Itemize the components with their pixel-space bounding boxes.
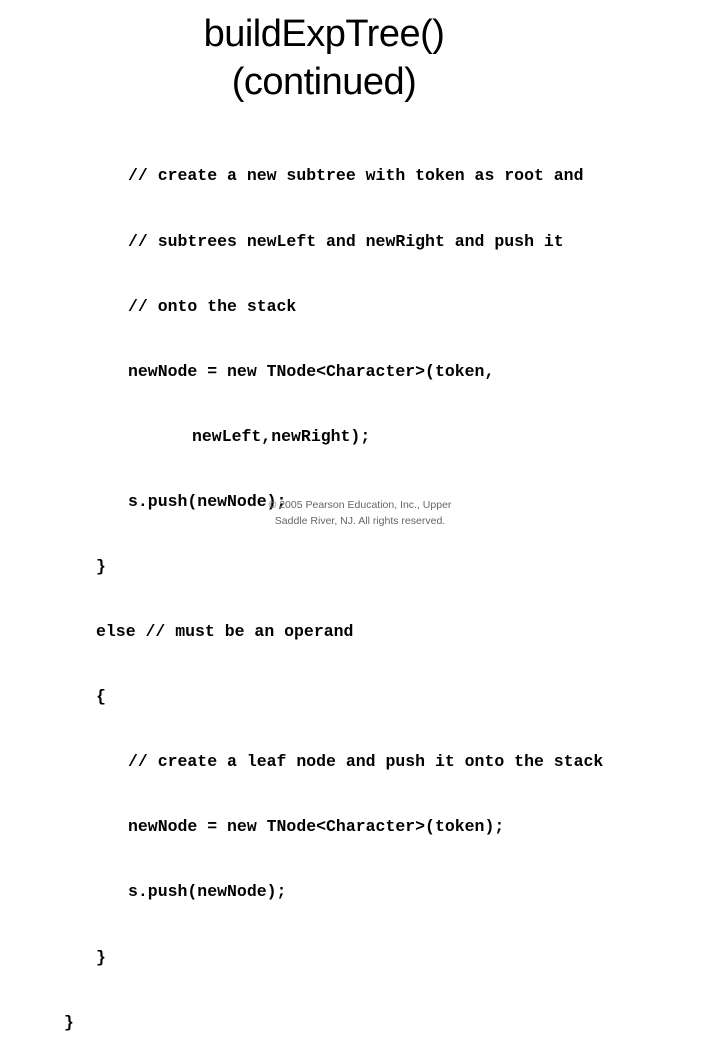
- slide-title: buildExpTree() (continued): [0, 10, 648, 106]
- code-brace-line: }: [96, 947, 106, 967]
- code-line: newNode = new TNode<Character>(token);: [128, 817, 505, 837]
- code-line: else // must be an operand: [96, 622, 354, 642]
- code-block: // create a new subtree with token as ro…: [0, 122, 603, 1055]
- code-line: newNode = new TNode<Character>(token,: [128, 361, 495, 381]
- code-line: newLeft,newRight);: [192, 426, 371, 446]
- code-comment-line: // onto the stack: [128, 296, 297, 316]
- code-comment-line: // create a new subtree with token as ro…: [128, 166, 584, 186]
- code-brace-line: {: [96, 687, 106, 707]
- code-comment-line: // subtrees newLeft and newRight and pus…: [128, 231, 564, 251]
- slide-title-line-2: (continued): [231, 61, 417, 103]
- code-line: s.push(newNode);: [128, 882, 287, 902]
- code-brace-line: }: [64, 1012, 74, 1032]
- copyright-line-1: © 2005 Pearson Education, Inc., Upper: [268, 499, 452, 511]
- code-brace-line: }: [96, 556, 106, 576]
- copyright-footer: © 2005 Pearson Education, Inc., Upper Sa…: [240, 497, 480, 529]
- copyright-line-2: Saddle River, NJ. All rights reserved.: [274, 515, 446, 527]
- code-comment-line: // create a leaf node and push it onto t…: [128, 752, 604, 772]
- slide-title-line-1: buildExpTree(): [203, 13, 445, 55]
